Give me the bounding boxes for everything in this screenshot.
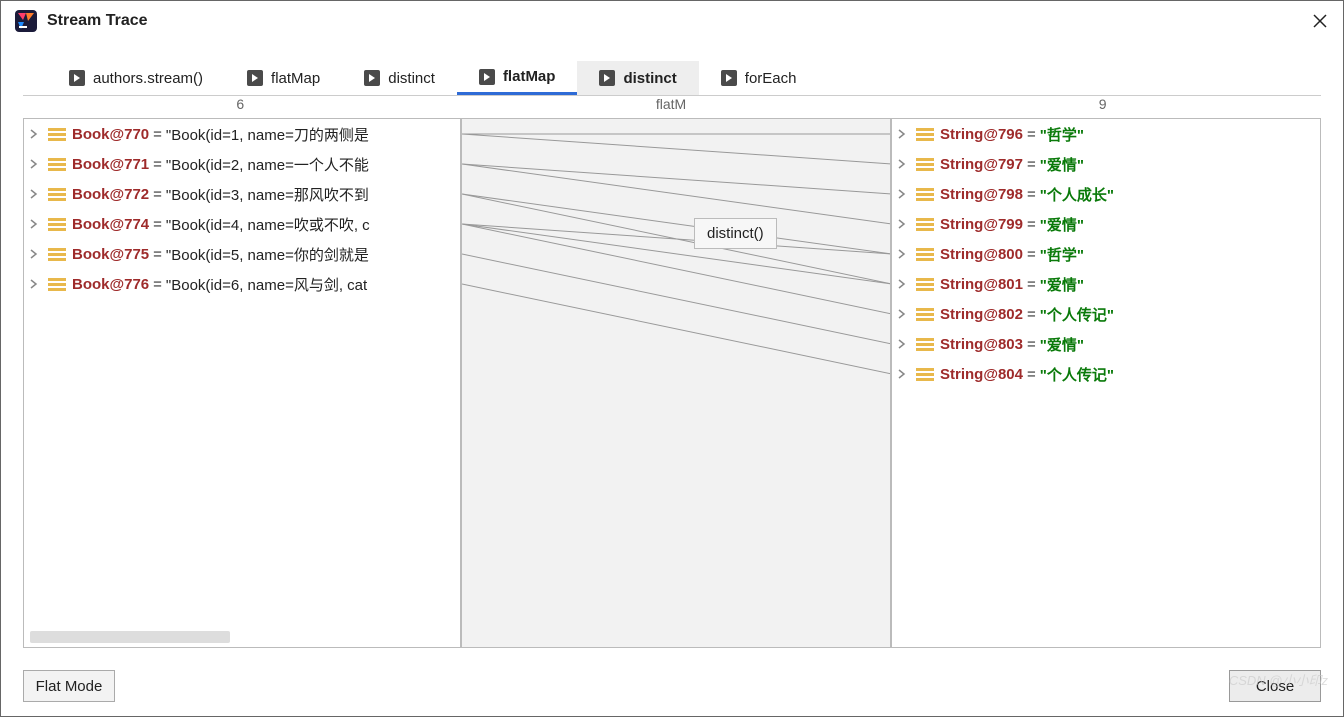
object-icon bbox=[48, 187, 66, 201]
object-icon bbox=[48, 247, 66, 261]
tab-chevron-icon bbox=[69, 70, 85, 86]
window-title: Stream Trace bbox=[47, 12, 1311, 30]
list-item[interactable]: Book@772 = "Book(id=3, name=那风吹不到 bbox=[24, 179, 460, 209]
chevron-right-icon[interactable] bbox=[898, 126, 910, 143]
list-item[interactable]: String@799 = "爱情" bbox=[892, 209, 1320, 239]
mid-label: flatM bbox=[458, 96, 885, 118]
list-item[interactable]: String@801 = "爱情" bbox=[892, 269, 1320, 299]
chevron-right-icon[interactable] bbox=[30, 126, 42, 143]
intellij-icon bbox=[15, 10, 37, 32]
chevron-right-icon[interactable] bbox=[898, 246, 910, 263]
list-item[interactable]: Book@776 = "Book(id=6, name=风与剑, cat bbox=[24, 269, 460, 299]
object-icon bbox=[48, 217, 66, 231]
right-count: 9 bbox=[884, 96, 1321, 118]
object-icon bbox=[48, 127, 66, 141]
tab-distinct[interactable]: distinct bbox=[342, 61, 457, 95]
object-icon bbox=[916, 307, 934, 321]
tab-chevron-icon bbox=[721, 70, 737, 86]
tab-authorsstream[interactable]: authors.stream() bbox=[47, 61, 225, 95]
tab-flatmap[interactable]: flatMap bbox=[225, 61, 342, 95]
tab-distinct[interactable]: distinct bbox=[577, 61, 698, 95]
list-item[interactable]: String@798 = "个人成长" bbox=[892, 179, 1320, 209]
chevron-right-icon[interactable] bbox=[898, 186, 910, 203]
list-item[interactable]: String@802 = "个人传记" bbox=[892, 299, 1320, 329]
list-item[interactable]: Book@771 = "Book(id=2, name=一个人不能 bbox=[24, 149, 460, 179]
object-icon bbox=[916, 367, 934, 381]
tab-bar: authors.stream()flatMapdistinctflatMapdi… bbox=[23, 43, 1321, 97]
horizontal-scrollbar[interactable] bbox=[30, 631, 230, 643]
column-headers: 6 flatM 9 bbox=[1, 96, 1343, 118]
connection-lines bbox=[462, 119, 890, 647]
tab-chevron-icon bbox=[247, 70, 263, 86]
list-item[interactable]: Book@770 = "Book(id=1, name=刀的两侧是 bbox=[24, 119, 460, 149]
object-icon bbox=[916, 337, 934, 351]
chevron-right-icon[interactable] bbox=[30, 276, 42, 293]
watermark: CSDN @小小印z bbox=[1229, 670, 1328, 689]
object-icon bbox=[916, 187, 934, 201]
list-item[interactable]: String@797 = "爱情" bbox=[892, 149, 1320, 179]
stream-trace-dialog: Stream Trace authors.stream()flatMapdist… bbox=[0, 0, 1344, 717]
chevron-right-icon[interactable] bbox=[30, 216, 42, 233]
object-icon bbox=[916, 217, 934, 231]
content-area: distinct() Book@770 = "Book(id=1, name=刀… bbox=[1, 118, 1343, 662]
tab-flatmap[interactable]: flatMap bbox=[457, 61, 578, 95]
chevron-right-icon[interactable] bbox=[30, 246, 42, 263]
chevron-right-icon[interactable] bbox=[30, 156, 42, 173]
object-icon bbox=[916, 277, 934, 291]
connector-pane bbox=[461, 118, 891, 648]
object-icon bbox=[48, 157, 66, 171]
panes: Book@770 = "Book(id=1, name=刀的两侧是Book@77… bbox=[23, 118, 1321, 648]
chevron-right-icon[interactable] bbox=[898, 156, 910, 173]
chevron-right-icon[interactable] bbox=[898, 306, 910, 323]
tab-chevron-icon bbox=[479, 69, 495, 85]
tab-foreach[interactable]: forEach bbox=[699, 61, 819, 95]
list-item[interactable]: String@800 = "哲学" bbox=[892, 239, 1320, 269]
list-item[interactable]: String@803 = "爱情" bbox=[892, 329, 1320, 359]
chevron-right-icon[interactable] bbox=[898, 276, 910, 293]
object-icon bbox=[48, 277, 66, 291]
close-icon[interactable] bbox=[1311, 12, 1329, 30]
object-icon bbox=[916, 157, 934, 171]
chevron-right-icon[interactable] bbox=[898, 366, 910, 383]
footer: Flat Mode Close bbox=[1, 662, 1343, 716]
titlebar: Stream Trace bbox=[1, 1, 1343, 43]
object-icon bbox=[916, 247, 934, 261]
tab-chevron-icon bbox=[599, 70, 615, 86]
chevron-right-icon[interactable] bbox=[30, 186, 42, 203]
flat-mode-button[interactable]: Flat Mode bbox=[23, 670, 115, 702]
list-item[interactable]: Book@775 = "Book(id=5, name=你的剑就是 bbox=[24, 239, 460, 269]
list-item[interactable]: String@804 = "个人传记" bbox=[892, 359, 1320, 389]
chevron-right-icon[interactable] bbox=[898, 216, 910, 233]
tab-chevron-icon bbox=[364, 70, 380, 86]
tooltip: distinct() bbox=[694, 218, 777, 249]
left-pane[interactable]: Book@770 = "Book(id=1, name=刀的两侧是Book@77… bbox=[23, 118, 461, 648]
list-item[interactable]: Book@774 = "Book(id=4, name=吹或不吹, c bbox=[24, 209, 460, 239]
object-icon bbox=[916, 127, 934, 141]
left-count: 6 bbox=[23, 96, 458, 118]
list-item[interactable]: String@796 = "哲学" bbox=[892, 119, 1320, 149]
right-pane[interactable]: String@796 = "哲学"String@797 = "爱情"String… bbox=[891, 118, 1321, 648]
chevron-right-icon[interactable] bbox=[898, 336, 910, 353]
